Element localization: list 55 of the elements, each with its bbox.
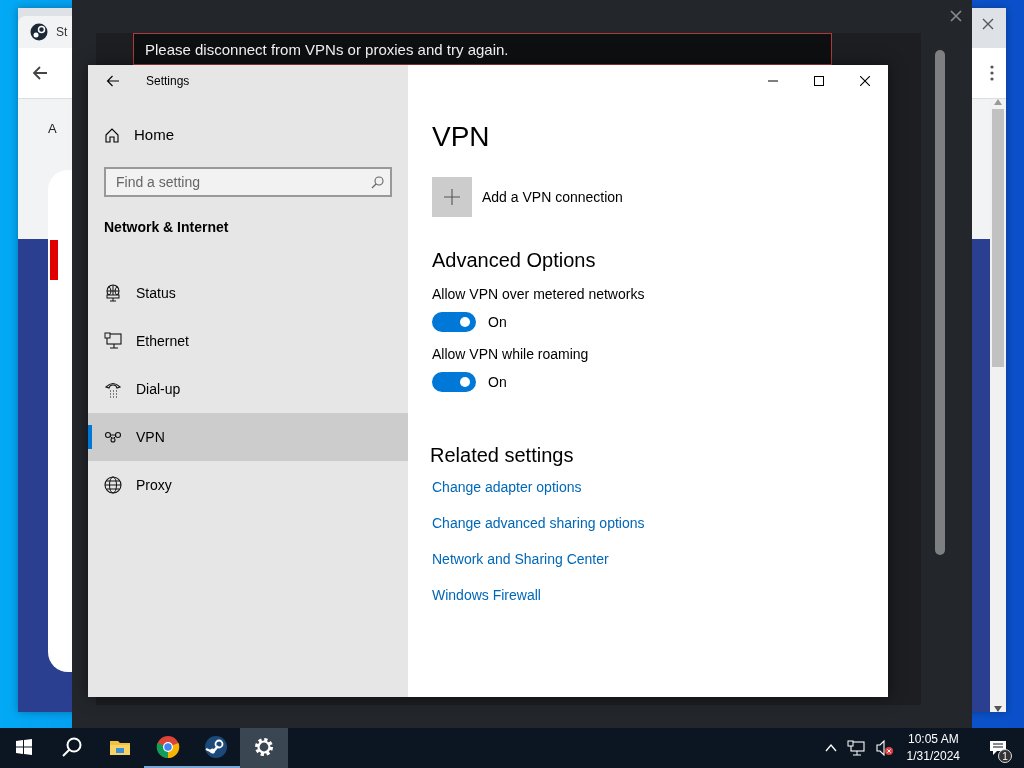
section-heading: Related settings	[430, 444, 575, 467]
toggle-switch[interactable]	[432, 372, 476, 392]
back-arrow-icon[interactable]	[32, 65, 48, 81]
windows-start-icon[interactable]	[16, 739, 32, 755]
accent-stripe	[50, 240, 58, 280]
clock[interactable]: 10:05 AM 1/31/2024	[906, 731, 960, 765]
taskbar-app[interactable]	[240, 728, 288, 768]
notification-badge: 1	[998, 749, 1012, 763]
nav-item[interactable]: Proxy	[88, 461, 408, 509]
house-icon	[104, 126, 120, 143]
search-field[interactable]: Find a setting	[104, 167, 392, 197]
search-icon	[371, 176, 384, 189]
page-title: VPN	[432, 121, 491, 153]
window-title: Settings	[146, 74, 190, 88]
close-icon[interactable]	[860, 76, 870, 86]
tab-title: St	[56, 25, 68, 39]
add-vpn-label: Add a VPN connection	[482, 189, 623, 205]
globe-icon	[104, 476, 122, 494]
toggle-state: On	[488, 314, 507, 330]
settings-link[interactable]: Change advanced sharing options	[432, 515, 645, 531]
monitor-icon	[104, 332, 122, 350]
toggle-label: Allow VPN while roaming	[432, 346, 590, 362]
clock-time: 10:05 AM	[907, 731, 959, 748]
scroll-down-icon[interactable]	[994, 706, 1002, 712]
network-icon[interactable]	[846, 740, 865, 756]
section-heading: Advanced Options	[432, 249, 597, 272]
nav-item[interactable]: Status	[88, 269, 408, 317]
toggle-label: Allow VPN over metered networks	[432, 286, 646, 302]
steam-icon	[204, 735, 228, 759]
search-icon[interactable]	[62, 737, 82, 757]
chrome-icon	[156, 735, 180, 759]
nav-item[interactable]: Dial-up	[88, 365, 408, 413]
back-arrow-icon[interactable]	[106, 75, 120, 87]
page-text: A	[48, 121, 57, 136]
plus-icon	[444, 189, 460, 205]
settings-link[interactable]: Network and Sharing Center	[432, 551, 609, 567]
muted-speaker-icon[interactable]	[874, 740, 893, 756]
gear-icon	[252, 735, 276, 759]
scrollbar-thumb[interactable]	[935, 50, 945, 555]
nav-item[interactable]: Ethernet	[88, 317, 408, 365]
phone-icon	[104, 380, 122, 398]
error-message: Please disconnect from VPNs or proxies and try again.	[133, 33, 832, 65]
toggle-state: On	[488, 374, 507, 390]
settings-link[interactable]: Change adapter options	[432, 479, 582, 495]
steam-logo-icon	[30, 23, 48, 41]
home-link[interactable]: Home	[104, 122, 408, 147]
settings-link[interactable]: Windows Firewall	[432, 587, 541, 603]
section-heading: Network & Internet	[104, 219, 230, 235]
nav-item[interactable]: VPN	[88, 413, 408, 461]
clock-date: 1/31/2024	[906, 748, 960, 765]
toggle-switch[interactable]	[432, 312, 476, 332]
more-menu-icon[interactable]	[990, 65, 994, 81]
maximize-icon[interactable]	[814, 76, 824, 86]
chevron-up-icon[interactable]	[824, 744, 837, 752]
globe-monitor-icon	[104, 284, 122, 302]
